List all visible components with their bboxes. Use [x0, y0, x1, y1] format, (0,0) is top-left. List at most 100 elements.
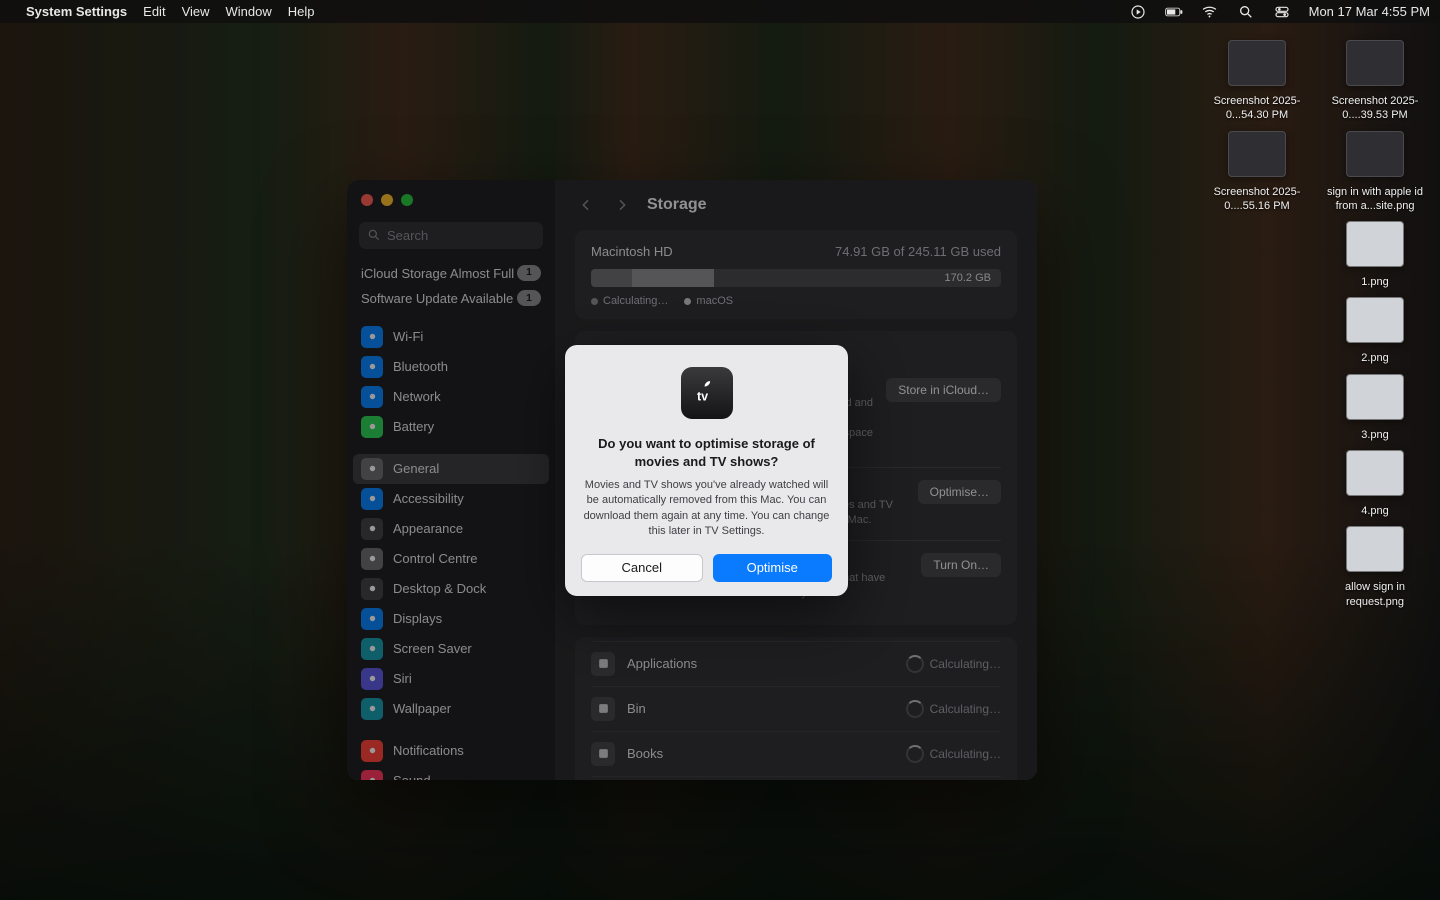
close-button[interactable]: [361, 194, 373, 206]
menu-edit[interactable]: Edit: [143, 4, 165, 19]
sidebar-item-label: Bluetooth: [393, 359, 448, 374]
sidebar-item-desktop-dock[interactable]: Desktop & Dock: [353, 574, 549, 604]
menu-view[interactable]: View: [182, 4, 210, 19]
sidebar-item-notifications[interactable]: Notifications: [353, 736, 549, 766]
alert-text: iCloud Storage Almost Full: [361, 265, 514, 283]
desktop-files: Screenshot 2025-0...54.30 PM Screenshot 2…: [1202, 40, 1430, 609]
storage-row-value: Calculating…: [906, 655, 1001, 673]
sidebar-alert[interactable]: Software Update Available1: [347, 284, 555, 310]
storage-row-icon: [591, 697, 615, 721]
sidebar-item-screen-saver[interactable]: Screen Saver: [353, 634, 549, 664]
file-thumbnail-icon: [1346, 131, 1404, 177]
desktop-file[interactable]: Screenshot 2025-0....39.53 PM: [1320, 40, 1430, 123]
zoom-button[interactable]: [401, 194, 413, 206]
sidebar-item-general[interactable]: General: [353, 454, 549, 484]
file-label: 1.png: [1361, 275, 1389, 289]
disk-name: Macintosh HD: [591, 244, 673, 259]
spinner-icon: [906, 655, 924, 673]
file-label: sign in with apple id from a...site.png: [1320, 185, 1430, 214]
sidebar-item-label: General: [393, 461, 439, 476]
sidebar-item-wallpaper[interactable]: Wallpaper: [353, 694, 549, 724]
storage-row-bin[interactable]: BinCalculating…: [591, 686, 1001, 731]
wallpaper-icon: [361, 698, 383, 720]
app-menu[interactable]: System Settings: [26, 4, 127, 19]
storage-row-books[interactable]: BooksCalculating…: [591, 731, 1001, 776]
sidebar-item-bluetooth[interactable]: Bluetooth: [353, 352, 549, 382]
sidebar-item-label: Appearance: [393, 521, 463, 536]
bluetooth-icon: [361, 356, 383, 378]
file-label: Screenshot 2025-0....39.53 PM: [1320, 94, 1430, 123]
sidebar-item-label: Accessibility: [393, 491, 464, 506]
dialog-body: Movies and TV shows you've already watch…: [581, 478, 832, 540]
sidebar-item-label: Siri: [393, 671, 412, 686]
desktop-file[interactable]: Screenshot 2025-0...54.30 PM: [1202, 40, 1312, 123]
sidebar-item-accessibility[interactable]: Accessibility: [353, 484, 549, 514]
sidebar-item-control-centre[interactable]: Control Centre: [353, 544, 549, 574]
storage-row-developer[interactable]: DeveloperCalculating…: [591, 776, 1001, 780]
file-label: Screenshot 2025-0...54.30 PM: [1202, 94, 1312, 123]
sidebar-item-wi-fi[interactable]: Wi-Fi: [353, 322, 549, 352]
sidebar-item-label: Battery: [393, 419, 434, 434]
recommendation-button[interactable]: Store in iCloud…: [886, 378, 1001, 402]
file-thumbnail-icon: [1346, 450, 1404, 496]
file-thumbnail-icon: [1346, 526, 1404, 572]
siri-icon: [361, 668, 383, 690]
desktop-file[interactable]: 2.png: [1320, 297, 1430, 365]
storage-bar: 170.2 GB: [591, 269, 1001, 287]
menu-window[interactable]: Window: [226, 4, 272, 19]
file-label: 4.png: [1361, 504, 1389, 518]
sidebar-item-siri[interactable]: Siri: [353, 664, 549, 694]
file-thumbnail-icon: [1346, 374, 1404, 420]
optimise-button[interactable]: Optimise: [713, 554, 833, 582]
battery-icon[interactable]: [1165, 3, 1183, 21]
sidebar-item-appearance[interactable]: Appearance: [353, 514, 549, 544]
file-thumbnail-icon: [1228, 40, 1286, 86]
spotlight-icon[interactable]: [1237, 3, 1255, 21]
storage-row-applications[interactable]: ApplicationsCalculating…: [591, 641, 1001, 686]
settings-sidebar: Search iCloud Storage Almost Full1Softwa…: [347, 180, 555, 780]
sidebar-alert[interactable]: iCloud Storage Almost Full1: [347, 259, 555, 285]
cancel-button[interactable]: Cancel: [581, 554, 703, 582]
desktop-file[interactable]: Screenshot 2025-0....55.16 PM: [1202, 131, 1312, 214]
search-icon: [367, 228, 381, 242]
alert-badge: 1: [517, 290, 541, 306]
appearance-icon: [361, 518, 383, 540]
file-thumbnail-icon: [1228, 131, 1286, 177]
nav-forward-button[interactable]: [611, 194, 633, 216]
sidebar-search[interactable]: Search: [359, 222, 543, 249]
desktop-file[interactable]: 1.png: [1320, 221, 1430, 289]
storage-row-icon: [591, 652, 615, 676]
legend-calculating: Calculating…: [591, 295, 668, 307]
recommendation-button[interactable]: Optimise…: [918, 480, 1001, 504]
sidebar-item-label: Wi-Fi: [393, 329, 423, 344]
file-thumbnail-icon: [1346, 221, 1404, 267]
menubar-clock[interactable]: Mon 17 Mar 4:55 PM: [1309, 4, 1430, 19]
nav-back-button[interactable]: [575, 194, 597, 216]
sidebar-item-battery[interactable]: Battery: [353, 412, 549, 442]
wifi-icon[interactable]: [1201, 3, 1219, 21]
recommendation-button[interactable]: Turn On…: [921, 553, 1001, 577]
playback-icon[interactable]: [1129, 3, 1147, 21]
desktop-file[interactable]: 4.png: [1320, 450, 1430, 518]
sidebar-item-label: Control Centre: [393, 551, 478, 566]
minimize-button[interactable]: [381, 194, 393, 206]
control-center-icon[interactable]: [1273, 3, 1291, 21]
storage-summary-panel: Macintosh HD 74.91 GB of 245.11 GB used …: [575, 230, 1017, 319]
sidebar-item-displays[interactable]: Displays: [353, 604, 549, 634]
file-label: 3.png: [1361, 428, 1389, 442]
menu-help[interactable]: Help: [288, 4, 315, 19]
desktop-file[interactable]: allow sign in request.png: [1320, 526, 1430, 609]
desktop-dock-icon: [361, 578, 383, 600]
svg-text:tv: tv: [697, 390, 708, 404]
disk-usage-summary: 74.91 GB of 245.11 GB used: [835, 244, 1001, 259]
sidebar-item-sound[interactable]: Sound: [353, 766, 549, 780]
desktop-file[interactable]: sign in with apple id from a...site.png: [1320, 131, 1430, 214]
optimise-storage-dialog: tv Do you want to optimise storage of mo…: [565, 345, 848, 596]
alert-text: Software Update Available: [361, 290, 513, 308]
sidebar-item-label: Wallpaper: [393, 701, 451, 716]
storage-row-name: Books: [627, 746, 894, 761]
menubar: System Settings Edit View Window Help Mo…: [0, 0, 1440, 23]
desktop-file[interactable]: 3.png: [1320, 374, 1430, 442]
tv-app-icon: tv: [681, 367, 733, 419]
sidebar-item-network[interactable]: Network: [353, 382, 549, 412]
